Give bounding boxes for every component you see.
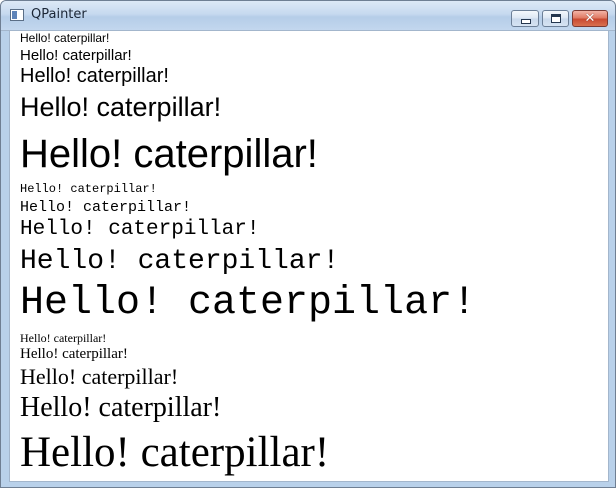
- sans-text-line-1: Hello! caterpillar!: [20, 31, 110, 45]
- title-bar[interactable]: QPainter ✕: [1, 1, 615, 31]
- minimize-button[interactable]: [511, 10, 539, 27]
- serif-text-line-3: Hello! caterpillar!: [20, 364, 179, 389]
- app-window: QPainter ✕ Hello! caterpillar! Hello! ca…: [0, 0, 616, 488]
- minimize-icon: [521, 19, 531, 24]
- serif-text-line-5: Hello! caterpillar!: [20, 429, 330, 476]
- close-icon: ✕: [584, 11, 596, 26]
- mono-text-line-5: Hello! caterpillar!: [20, 281, 477, 326]
- sans-text-line-4: Hello! caterpillar!: [20, 92, 222, 122]
- mono-text-line-4: Hello! caterpillar!: [20, 246, 340, 277]
- maximize-icon: [551, 14, 561, 23]
- close-button[interactable]: ✕: [572, 10, 608, 27]
- sans-text-line-2: Hello! caterpillar!: [20, 47, 132, 64]
- app-window-icon[interactable]: [10, 9, 24, 21]
- serif-text-line-4: Hello! caterpillar!: [20, 392, 222, 423]
- serif-text-line-1: Hello! caterpillar!: [20, 331, 107, 345]
- window-title: QPainter: [31, 7, 87, 22]
- sans-text-line-5: Hello! caterpillar!: [20, 132, 318, 176]
- mono-text-line-3: Hello! caterpillar!: [20, 218, 260, 241]
- sans-text-line-3: Hello! caterpillar!: [20, 65, 169, 87]
- mono-text-line-2: Hello! caterpillar!: [20, 199, 192, 216]
- mono-text-line-1: Hello! caterpillar!: [20, 182, 157, 196]
- painter-canvas: Hello! caterpillar! Hello! caterpillar! …: [9, 31, 609, 482]
- maximize-button[interactable]: [542, 10, 569, 27]
- serif-text-line-2: Hello! caterpillar!: [20, 346, 128, 362]
